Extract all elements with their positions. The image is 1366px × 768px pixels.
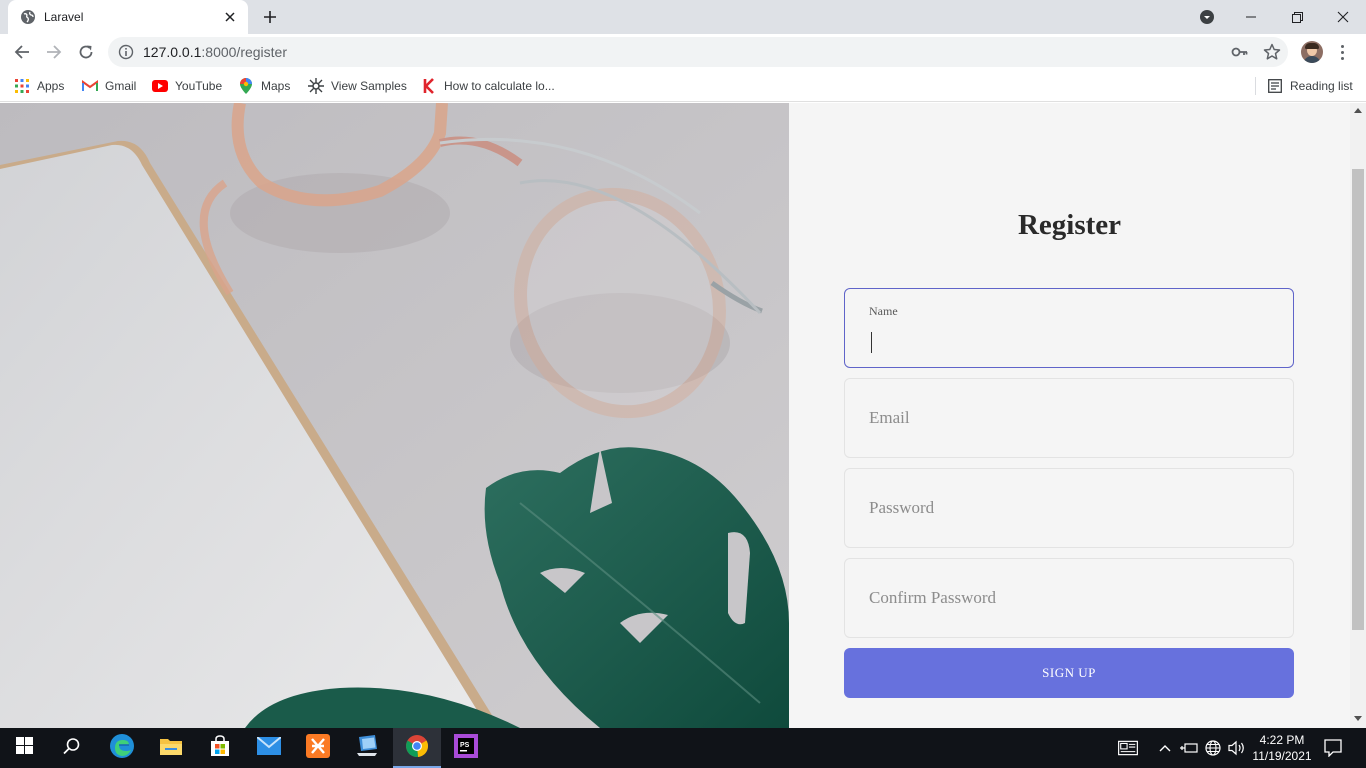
password-field[interactable] bbox=[844, 468, 1294, 548]
maps-pin-icon bbox=[238, 78, 254, 94]
page-title: Register bbox=[1017, 209, 1122, 241]
url-host: 127.0.0.1 bbox=[143, 44, 202, 60]
search-button[interactable] bbox=[48, 728, 96, 768]
restore-icon[interactable] bbox=[1274, 0, 1320, 34]
bookmark-view-samples[interactable]: View Samples bbox=[308, 76, 407, 96]
bookmark-star-icon[interactable] bbox=[1263, 43, 1281, 61]
clock-date: 11/19/2021 bbox=[1252, 749, 1312, 763]
register-panel: Register Name SIGN UP bbox=[789, 103, 1350, 728]
profile-avatar[interactable] bbox=[1301, 41, 1323, 63]
bookmark-label: Apps bbox=[37, 79, 65, 93]
bookmark-label: View Samples bbox=[331, 79, 407, 93]
reading-list-label: Reading list bbox=[1290, 79, 1353, 93]
bookmarks-divider bbox=[1255, 77, 1256, 95]
clock-time: 4:22 PM bbox=[1259, 733, 1305, 747]
page-viewport: Register Name SIGN UP bbox=[0, 103, 1366, 728]
tab-strip: Laravel bbox=[0, 0, 1366, 34]
taskbar-phpstorm[interactable]: PS bbox=[442, 728, 490, 768]
new-tab-button[interactable] bbox=[259, 7, 281, 27]
bookmarks-bar: Apps Gmail YouTube Maps View Samples How… bbox=[0, 70, 1366, 102]
bookmark-apps[interactable]: Apps bbox=[14, 76, 64, 96]
close-window-icon[interactable] bbox=[1320, 0, 1366, 34]
start-button[interactable] bbox=[0, 728, 48, 768]
bookmark-youtube[interactable]: YouTube bbox=[152, 76, 222, 96]
chevron-up-icon[interactable] bbox=[1155, 738, 1175, 758]
edge-icon bbox=[109, 733, 135, 764]
browser-tab[interactable]: Laravel bbox=[8, 0, 248, 34]
email-field[interactable] bbox=[844, 378, 1294, 458]
taskbar-chrome[interactable] bbox=[393, 728, 441, 768]
windows-taskbar: PS 4:22 PM 11/19/2021 bbox=[0, 728, 1366, 768]
sign-up-button[interactable]: SIGN UP bbox=[844, 648, 1294, 698]
scrollbar-thumb[interactable] bbox=[1352, 169, 1364, 630]
page-scrollbar[interactable] bbox=[1350, 103, 1366, 728]
name-label: Name bbox=[869, 304, 898, 318]
reload-icon[interactable] bbox=[72, 38, 100, 66]
gmail-icon bbox=[82, 78, 98, 94]
folder-icon bbox=[159, 736, 183, 761]
reading-list-button[interactable]: Reading list bbox=[1267, 76, 1353, 96]
bookmark-label: How to calculate lo... bbox=[444, 79, 555, 93]
mail-icon bbox=[256, 735, 282, 760]
windows-logo-icon bbox=[15, 737, 33, 759]
tab-title: Laravel bbox=[44, 10, 84, 24]
forward-arrow-icon[interactable] bbox=[40, 38, 68, 66]
address-bar[interactable]: 127.0.0.1:8000/register bbox=[108, 37, 1288, 67]
globe-icon bbox=[20, 9, 36, 25]
tab-search-icon[interactable] bbox=[1197, 8, 1217, 26]
browser-toolbar: 127.0.0.1:8000/register bbox=[0, 34, 1366, 70]
bookmark-maps[interactable]: Maps bbox=[238, 76, 290, 96]
apps-grid-icon bbox=[14, 78, 30, 94]
bookmark-how-to-calculate[interactable]: How to calculate lo... bbox=[421, 76, 555, 96]
computer-app-icon bbox=[355, 734, 379, 762]
bookmark-label: Gmail bbox=[105, 79, 137, 93]
confirm-password-field[interactable] bbox=[844, 558, 1294, 638]
url-path: :8000/register bbox=[201, 44, 287, 60]
close-tab-icon[interactable] bbox=[222, 9, 238, 25]
network-globe-icon[interactable] bbox=[1203, 738, 1223, 758]
scroll-up-icon[interactable] bbox=[1354, 108, 1362, 113]
password-input[interactable] bbox=[845, 469, 1293, 547]
minimize-icon[interactable] bbox=[1228, 0, 1274, 34]
text-cursor bbox=[871, 332, 872, 353]
scroll-down-icon[interactable] bbox=[1354, 716, 1362, 721]
site-info-icon[interactable] bbox=[118, 44, 134, 60]
svg-text:PS: PS bbox=[460, 742, 470, 749]
notifications-icon[interactable] bbox=[1323, 738, 1343, 758]
taskbar-edge[interactable] bbox=[98, 728, 146, 768]
reading-list-icon bbox=[1267, 78, 1283, 94]
taskbar-store[interactable] bbox=[196, 728, 244, 768]
bookmark-label: YouTube bbox=[175, 79, 223, 93]
email-input[interactable] bbox=[845, 379, 1293, 457]
taskbar-file-explorer[interactable] bbox=[147, 728, 195, 768]
taskbar-mail[interactable] bbox=[245, 728, 293, 768]
back-arrow-icon[interactable] bbox=[8, 38, 36, 66]
name-field[interactable]: Name bbox=[844, 288, 1294, 368]
bookmark-gmail[interactable]: Gmail bbox=[82, 76, 136, 96]
search-icon bbox=[63, 737, 81, 760]
key-icon[interactable] bbox=[1231, 43, 1249, 61]
hero-image bbox=[0, 103, 789, 728]
confirm-password-input[interactable] bbox=[845, 559, 1293, 637]
chrome-menu-icon[interactable] bbox=[1336, 42, 1348, 62]
youtube-icon bbox=[152, 78, 168, 94]
store-bag-icon bbox=[209, 734, 231, 762]
news-widget-icon[interactable] bbox=[1118, 738, 1138, 758]
xampp-icon bbox=[306, 733, 330, 763]
k-logo-icon bbox=[421, 78, 437, 94]
system-clock[interactable]: 4:22 PM 11/19/2021 bbox=[1250, 732, 1314, 764]
bookmark-label: Maps bbox=[261, 79, 291, 93]
url-text: 127.0.0.1:8000/register bbox=[143, 44, 287, 60]
battery-plug-icon[interactable] bbox=[1179, 738, 1199, 758]
taskbar-app[interactable] bbox=[343, 728, 391, 768]
phpstorm-icon: PS bbox=[454, 733, 478, 763]
taskbar-xampp[interactable] bbox=[294, 728, 342, 768]
volume-icon[interactable] bbox=[1227, 738, 1247, 758]
chrome-icon bbox=[405, 734, 429, 763]
samples-icon bbox=[308, 78, 324, 94]
